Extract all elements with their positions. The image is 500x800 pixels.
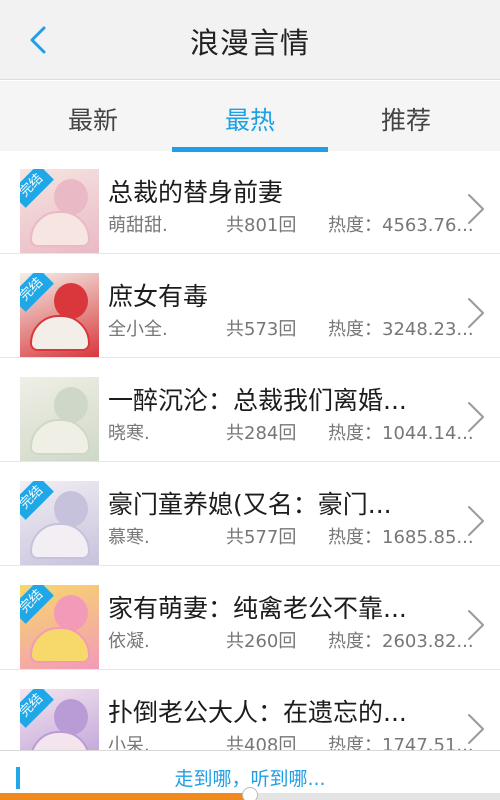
cover-figure-head [54,387,88,423]
book-cover-image: 完结 [20,273,99,357]
chevron-right-icon[interactable] [463,191,489,227]
cover-figure-head [54,283,88,319]
progress-fill [0,793,250,800]
book-cover-image: 完结 [20,169,99,253]
cover-figure-body [30,419,90,455]
tab-newest[interactable]: 最新 [10,81,176,151]
book-author: 小呆. [108,735,150,751]
cover-figure-body [30,523,90,559]
book-cover-image: 完结 [20,689,99,751]
playback-progress[interactable] [0,787,500,800]
book-title: 总裁的替身前妻 [108,178,284,207]
book-title: 一醉沉沦：总裁我们离婚... [108,386,407,415]
tab-bar: 最新 最热 推荐 [0,81,500,152]
completed-badge: 完结 [20,169,54,208]
book-title: 豪门童养媳(又名：豪门... [108,490,392,519]
episode-count: 共260回 [226,631,297,652]
episode-count: 共801回 [226,215,297,236]
progress-handle[interactable] [242,787,258,800]
cover-figure-body [30,211,90,247]
book-author: 全小全. [108,319,168,340]
cover-figure-body [30,731,90,751]
cover-figure-head [54,699,88,735]
book-author: 依凝. [108,631,150,652]
book-author: 慕寒. [108,527,150,548]
book-cover-image [20,377,99,461]
cover-figure-head [54,491,88,527]
chevron-right-icon[interactable] [463,295,489,331]
book-author: 晓寒. [108,423,150,444]
book-list-item[interactable]: 完结 庶女有毒全小全. 共573回 热度：3248.23... [0,255,500,358]
episode-count: 共408回 [226,735,297,751]
episode-count: 共577回 [226,527,297,548]
cover-figure-head [54,595,88,631]
heat-score: 热度：2603.82... [328,631,474,652]
chevron-right-icon[interactable] [463,399,489,435]
completed-badge: 完结 [20,689,54,728]
episode-count: 共284回 [226,423,297,444]
cover-figure-body [30,315,90,351]
book-list-item[interactable]: 一醉沉沦：总裁我们离婚... 晓寒. 共284回 热度：1044.14... [0,359,500,462]
book-title: 扑倒老公大人：在遗忘的... [108,698,407,727]
tab-hottest[interactable]: 最热 [167,81,333,151]
chevron-right-icon[interactable] [463,503,489,539]
page-title: 浪漫言情 [189,26,310,60]
book-title: 家有萌妻：纯禽老公不靠... [108,594,407,623]
cover-figure-head [54,179,88,215]
book-author: 萌甜甜. [108,215,168,236]
completed-badge: 完结 [20,585,54,624]
completed-badge: 完结 [20,273,54,312]
chevron-right-icon[interactable] [463,711,489,747]
heat-score: 热度：3248.23... [328,319,474,340]
chevron-right-icon[interactable] [463,607,489,643]
tab-recommended[interactable]: 推荐 [323,81,489,151]
book-list-item[interactable]: 完结 扑倒老公大人：在遗忘的... 小呆. 共408回 热度：1747.51... [0,671,500,751]
heat-score: 热度：1747.51... [328,735,474,751]
book-cover-image: 完结 [20,481,99,565]
heat-score: 热度：1044.14... [328,423,474,444]
book-cover-image: 完结 [20,585,99,669]
completed-badge: 完结 [20,481,54,520]
book-title: 庶女有毒 [108,282,209,311]
episode-count: 共573回 [226,319,297,340]
book-list: 完结 总裁的替身前妻 萌甜甜. 共801回 热度：4563.76... 完结 庶女有毒 全小全… [0,151,500,751]
book-list-item[interactable]: 完结 总裁的替身前妻萌甜甜. 共801回 热度：4563.76... [0,151,500,254]
cover-figure-body [30,627,90,663]
app-header: 浪漫言情 [0,0,500,80]
book-list-item[interactable]: 完结 豪门童养媳(又名：豪门... 慕寒. 共577回 热度：1685.85... [0,463,500,566]
heat-score: 热度：4563.76... [328,215,474,236]
book-list-item[interactable]: 完结 家有萌妻：纯禽老公不靠... 依凝. 共260回 热度：2603.82... [0,567,500,670]
heat-score: 热度：1685.85... [328,527,474,548]
